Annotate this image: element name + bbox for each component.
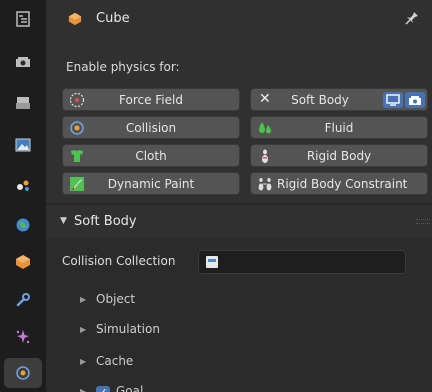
- properties-header: Cube: [46, 0, 432, 38]
- rigid-body-constraint-label: Rigid Body Constraint: [277, 176, 408, 191]
- rigid-body-button[interactable]: Rigid Body: [250, 144, 428, 167]
- world-icon: [16, 218, 30, 232]
- output-icon: [16, 97, 30, 109]
- collapse-triangle-icon: ▶: [80, 325, 87, 334]
- tab-scene[interactable]: [4, 170, 42, 200]
- force-field-icon: [69, 92, 85, 108]
- soft-body-button[interactable]: ✕ Soft Body: [250, 88, 428, 111]
- soft-body-label: Soft Body: [291, 92, 349, 107]
- render-icon: [16, 57, 30, 67]
- rigid-body-constraint-button[interactable]: Rigid Body Constraint: [250, 172, 428, 195]
- subpanel-object-label: Object: [96, 292, 136, 306]
- collection-icon: [206, 256, 218, 268]
- tab-world[interactable]: [4, 210, 42, 240]
- particles-icon: [16, 330, 30, 344]
- collapse-triangle-icon: ▶: [80, 357, 87, 366]
- show-in-viewport-toggle[interactable]: [383, 92, 403, 108]
- collapse-triangle-icon: ▶: [80, 387, 87, 392]
- subpanel-object[interactable]: ▶ Object: [46, 288, 432, 314]
- subpanel-goal-label: Goal: [116, 384, 144, 392]
- expand-triangle-icon: ▼: [60, 216, 67, 226]
- subpanel-goal[interactable]: ▶ ✓ Goal: [46, 380, 432, 392]
- object-icon: [16, 255, 30, 269]
- subpanel-cache-label: Cache: [96, 354, 134, 368]
- tab-object[interactable]: [4, 247, 42, 277]
- rigid-body-icon: [262, 149, 268, 163]
- collision-collection-row: Collision Collection: [46, 250, 432, 274]
- close-icon[interactable]: ✕: [259, 91, 271, 107]
- collapse-triangle-icon: ▶: [80, 295, 87, 304]
- fluid-icon: [259, 122, 271, 134]
- soft-body-title: Soft Body: [74, 214, 137, 229]
- dynamic-paint-label: Dynamic Paint: [107, 176, 195, 191]
- enable-physics-label: Enable physics for:: [66, 60, 180, 74]
- object-icon: [68, 12, 82, 26]
- show-in-render-toggle[interactable]: [405, 92, 425, 108]
- collision-collection-label: Collision Collection: [62, 254, 176, 268]
- goal-checkbox[interactable]: ✓: [96, 386, 110, 392]
- tab-physics[interactable]: [4, 358, 42, 388]
- rigid-body-constraint-icon: [258, 178, 272, 191]
- fluid-label: Fluid: [324, 120, 354, 135]
- soft-body-panel: ▼ Soft Body Collision Collection ▶ Objec…: [46, 204, 432, 392]
- rigid-body-label: Rigid Body: [306, 148, 372, 163]
- physics-icon: [16, 366, 30, 380]
- tool-settings-icon: [16, 11, 30, 27]
- subpanel-simulation[interactable]: ▶ Simulation: [46, 318, 432, 344]
- properties-panel: Cube Enable physics for: Force Field Col…: [46, 0, 432, 392]
- scene-icon: [17, 180, 29, 191]
- force-field-button[interactable]: Force Field: [62, 88, 240, 111]
- properties-tab-strip: [0, 0, 46, 392]
- tab-tool[interactable]: [4, 4, 42, 34]
- subpanel-simulation-label: Simulation: [96, 322, 160, 336]
- dynamic-paint-icon: [70, 177, 84, 191]
- collision-collection-field[interactable]: [198, 250, 406, 274]
- collision-label: Collision: [125, 120, 177, 135]
- subpanel-cache[interactable]: ▶ Cache: [46, 350, 432, 376]
- monitor-icon: [386, 94, 400, 106]
- tab-render[interactable]: [4, 47, 42, 77]
- tab-output[interactable]: [4, 88, 42, 118]
- wrench-icon: [16, 293, 30, 307]
- pin-icon[interactable]: [404, 10, 420, 26]
- collision-icon: [70, 121, 84, 135]
- enable-physics-section: Enable physics for: Force Field Collisio…: [46, 38, 432, 202]
- soft-body-panel-header[interactable]: ▼ Soft Body: [46, 204, 432, 238]
- tab-particles[interactable]: [4, 322, 42, 352]
- collision-button[interactable]: Collision: [62, 116, 240, 139]
- tab-modifiers[interactable]: [4, 285, 42, 315]
- cloth-icon: [71, 150, 83, 162]
- camera-icon: [409, 96, 421, 105]
- view-layer-icon: [15, 138, 31, 152]
- object-name: Cube: [96, 11, 130, 26]
- tab-view-layer[interactable]: [4, 130, 42, 160]
- drag-handle-icon[interactable]: [416, 219, 430, 224]
- cloth-label: Cloth: [135, 148, 167, 163]
- force-field-label: Force Field: [119, 92, 183, 107]
- dynamic-paint-button[interactable]: Dynamic Paint: [62, 172, 240, 195]
- fluid-button[interactable]: Fluid: [250, 116, 428, 139]
- cloth-button[interactable]: Cloth: [62, 144, 240, 167]
